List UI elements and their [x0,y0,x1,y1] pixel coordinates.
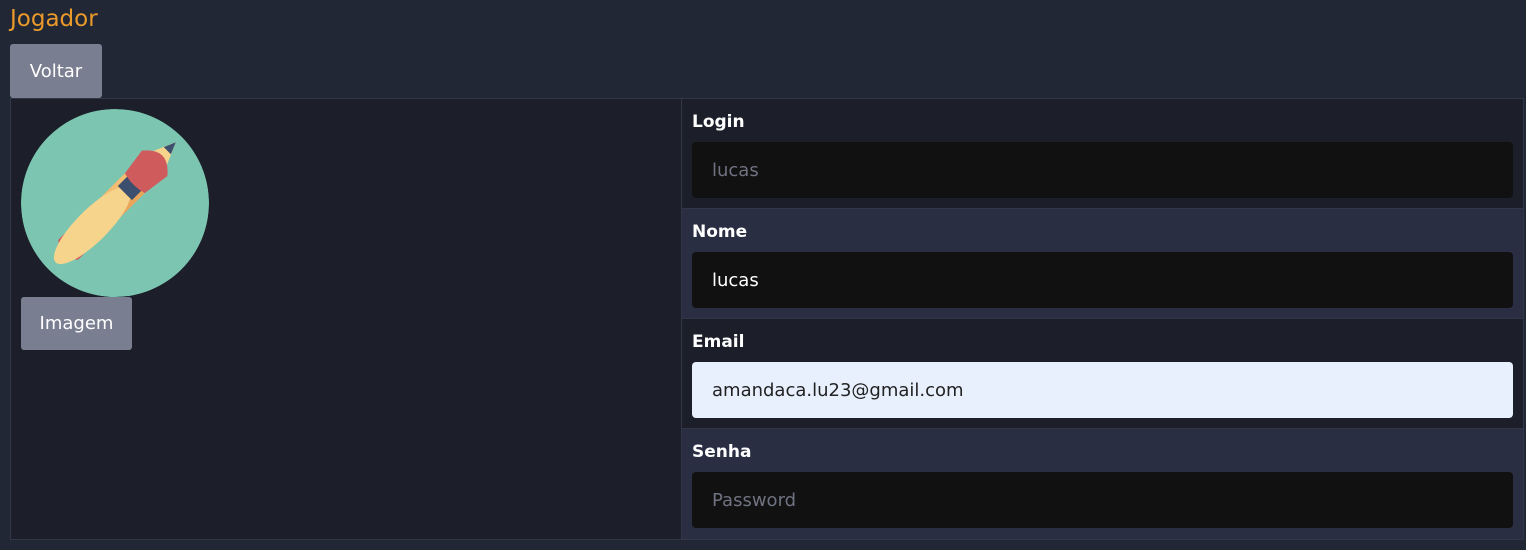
nome-label: Nome [692,222,748,242]
player-panel: Imagem Login Nome Email Senha [10,98,1524,540]
back-button[interactable]: Voltar [10,44,102,98]
profile-form: Login Nome Email Senha [682,99,1523,539]
email-label: Email [692,332,745,352]
login-field-group: Login [682,99,1523,209]
image-button[interactable]: Imagem [21,297,132,350]
password-input[interactable] [692,472,1513,528]
avatar-section: Imagem [11,99,682,539]
login-input[interactable] [692,142,1513,198]
nome-field-group: Nome [682,209,1523,319]
senha-field-group: Senha [682,429,1523,539]
page-title: Jogador [10,6,98,32]
pencil-and-brush-icon [21,109,209,297]
email-field-group: Email [682,319,1523,429]
nome-input[interactable] [692,252,1513,308]
login-label: Login [692,112,745,132]
senha-label: Senha [692,442,752,462]
email-input[interactable] [692,362,1513,418]
avatar [21,109,209,297]
